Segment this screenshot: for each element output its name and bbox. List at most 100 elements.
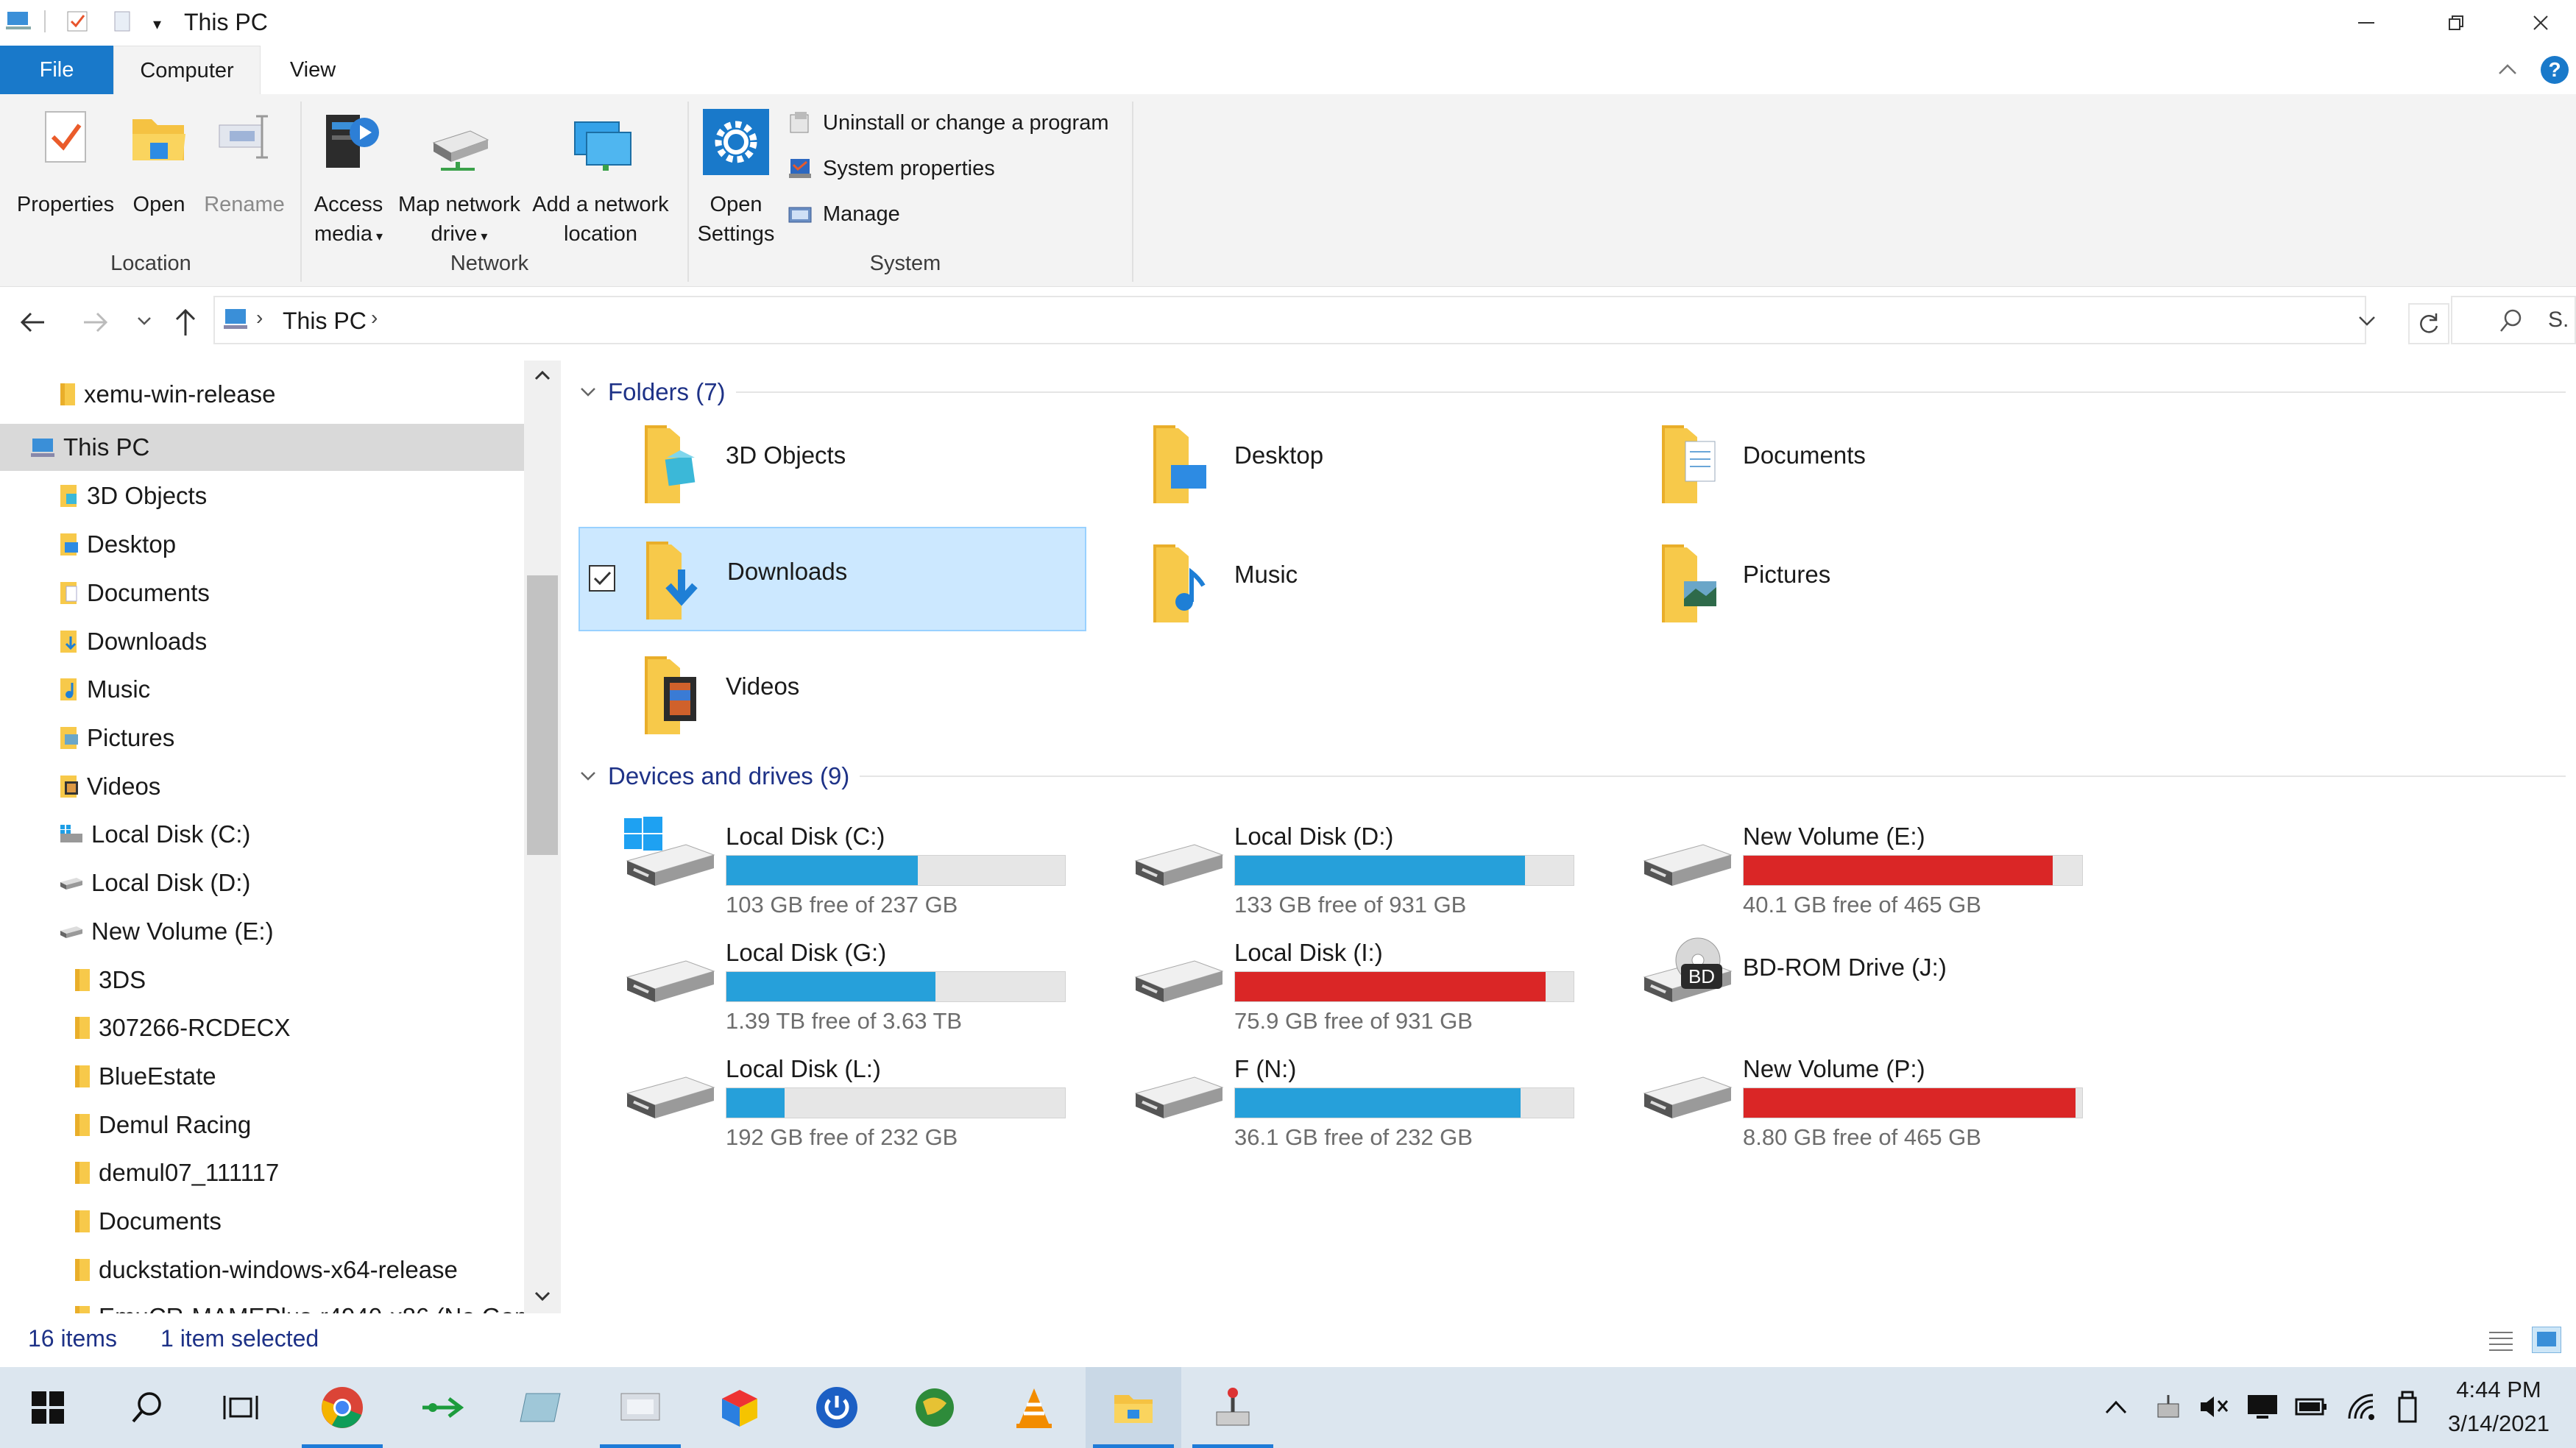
clock[interactable]: 4:44 PM 3/14/2021: [2436, 1373, 2561, 1441]
nav-item-new-volume-e[interactable]: New Volume (E:): [59, 908, 524, 955]
globe-app-taskbar-icon[interactable]: [887, 1367, 983, 1448]
folder-tile-pictures[interactable]: Pictures: [1596, 531, 2103, 634]
customize-quick-access-icon[interactable]: ▾: [153, 15, 161, 34]
scroll-up-arrow-icon[interactable]: [533, 366, 552, 386]
forward-button[interactable]: [81, 308, 110, 337]
drive-tile[interactable]: Local Disk (I:) 75.9 GB free of 931 GB: [1087, 927, 1595, 1037]
file-explorer-taskbar-icon[interactable]: [1086, 1367, 1181, 1448]
address-dropdown-icon[interactable]: [2357, 310, 2377, 331]
selection-checkbox[interactable]: [589, 565, 615, 592]
map-network-drive-button[interactable]: Map network drive ▾: [394, 109, 524, 256]
nav-item-demul07[interactable]: demul07_111117: [74, 1149, 524, 1196]
nav-item-3d-objects[interactable]: 3D Objects: [59, 472, 524, 519]
nav-item-demul-racing[interactable]: Demul Racing: [74, 1101, 524, 1149]
wifi-icon[interactable]: [2346, 1392, 2379, 1422]
folder-tile-3d-objects[interactable]: 3D Objects: [578, 412, 1086, 515]
nav-item-local-disk-d[interactable]: Local Disk (D:): [59, 859, 524, 906]
close-button[interactable]: [2505, 0, 2576, 46]
app-taskbar-icon-4[interactable]: [592, 1367, 688, 1448]
scroll-down-arrow-icon[interactable]: [533, 1286, 552, 1305]
vlc-taskbar-icon[interactable]: [986, 1367, 1082, 1448]
joystick-app-taskbar-icon[interactable]: [1185, 1367, 1281, 1448]
drive-usage-bar: [1234, 971, 1574, 1002]
system-properties-button[interactable]: System properties: [788, 156, 995, 181]
folder-tile-downloads[interactable]: Downloads: [578, 527, 1086, 631]
tab-file[interactable]: File: [0, 46, 113, 94]
folder-tile-documents[interactable]: Documents: [1596, 412, 2103, 515]
usb-device-icon[interactable]: [2395, 1391, 2420, 1423]
battery-icon[interactable]: [2295, 1395, 2329, 1419]
power-app-taskbar-icon[interactable]: [789, 1367, 885, 1448]
drive-tile[interactable]: Local Disk (C:) 103 GB free of 237 GB: [578, 811, 1086, 921]
up-button[interactable]: [172, 306, 199, 338]
drive-tile[interactable]: Local Disk (D:) 133 GB free of 931 GB: [1087, 811, 1595, 921]
manage-button[interactable]: Manage: [788, 202, 900, 227]
folder-icon: [59, 532, 79, 557]
nav-scrollbar[interactable]: [524, 361, 561, 1313]
help-icon[interactable]: ?: [2541, 56, 2569, 84]
nav-item-local-disk-c[interactable]: Local Disk (C:): [59, 811, 524, 858]
rename-button[interactable]: Rename: [200, 109, 289, 216]
tab-view[interactable]: View: [265, 46, 361, 94]
start-button[interactable]: [0, 1367, 96, 1448]
uninstall-program-button[interactable]: Uninstall or change a program: [788, 110, 1108, 135]
folders-section-header[interactable]: Folders (7): [578, 378, 2566, 406]
nav-item-desktop[interactable]: Desktop: [59, 521, 524, 568]
nav-item-label: Local Disk (C:): [91, 820, 251, 848]
collapse-ribbon-icon[interactable]: [2497, 59, 2519, 81]
folder-name: Pictures: [1743, 561, 1831, 588]
nav-item-3ds[interactable]: 3DS: [74, 957, 524, 1004]
recent-locations-button[interactable]: [135, 312, 153, 330]
nav-item-pictures[interactable]: Pictures: [59, 714, 524, 762]
restore-button[interactable]: [2416, 0, 2497, 46]
nav-item-this-pc[interactable]: This PC: [29, 424, 524, 471]
back-button[interactable]: [18, 308, 47, 337]
folder-tile-videos[interactable]: Videos: [578, 643, 1086, 746]
nav-item-307266[interactable]: 307266-RCDECX: [74, 1004, 524, 1051]
minimize-button[interactable]: [2326, 0, 2407, 46]
add-network-location-button[interactable]: Add a network location: [527, 109, 674, 256]
nav-item-downloads[interactable]: Downloads: [59, 618, 524, 665]
nav-item-videos[interactable]: Videos: [59, 763, 524, 810]
refresh-button[interactable]: [2408, 303, 2449, 344]
drive-tile[interactable]: F (N:) 36.1 GB free of 232 GB: [1087, 1043, 1595, 1154]
details-view-icon[interactable]: [2488, 1330, 2514, 1352]
tab-computer[interactable]: Computer: [113, 46, 261, 94]
properties-button[interactable]: Properties: [7, 109, 124, 216]
volume-muted-icon[interactable]: [2198, 1392, 2230, 1422]
drives-section-header[interactable]: Devices and drives (9): [578, 762, 2566, 790]
folder-tile-music[interactable]: Music: [1087, 531, 1595, 634]
access-media-button[interactable]: Access media ▾: [306, 109, 391, 256]
usb-app-taskbar-icon[interactable]: [394, 1367, 489, 1448]
drive-tile-bd-rom[interactable]: BD BD-ROM Drive (J:): [1596, 927, 2103, 1037]
drive-tile[interactable]: Local Disk (G:) 1.39 TB free of 3.63 TB: [578, 927, 1086, 1037]
search-taskbar-button[interactable]: [99, 1367, 195, 1448]
nav-item-documents[interactable]: Documents: [59, 569, 524, 617]
drive-tile[interactable]: New Volume (E:) 40.1 GB free of 465 GB: [1596, 811, 2103, 921]
open-settings-button[interactable]: Open Settings: [695, 109, 777, 256]
tray-app-icon[interactable]: [2154, 1392, 2183, 1422]
search-box[interactable]: S.: [2451, 296, 2576, 344]
drive-tile[interactable]: New Volume (P:) 8.80 GB free of 465 GB: [1596, 1043, 2103, 1154]
nav-item-xemu[interactable]: xemu-win-release: [59, 371, 524, 418]
show-hidden-icons-icon[interactable]: [2103, 1395, 2129, 1420]
nav-item-music[interactable]: Music: [59, 666, 524, 713]
nav-item-blueestate[interactable]: BlueEstate: [74, 1053, 524, 1100]
breadcrumb-this-pc[interactable]: This PC: [283, 308, 367, 335]
folder-tile-desktop[interactable]: Desktop: [1087, 412, 1595, 515]
nav-item-documents-e[interactable]: Documents: [74, 1198, 524, 1245]
drive-tile[interactable]: Local Disk (L:) 192 GB free of 232 GB: [578, 1043, 1086, 1154]
display-icon[interactable]: [2246, 1392, 2279, 1422]
nav-item-duckstation[interactable]: duckstation-windows-x64-release: [74, 1246, 524, 1293]
properties-quick-icon[interactable]: [66, 10, 88, 32]
open-button[interactable]: Open: [125, 109, 193, 216]
new-folder-quick-icon[interactable]: [112, 10, 132, 32]
task-view-button[interactable]: [193, 1367, 289, 1448]
chrome-taskbar-icon[interactable]: [294, 1367, 390, 1448]
large-icons-view-icon[interactable]: [2532, 1327, 2561, 1353]
folder-name: Documents: [1743, 441, 1866, 469]
rubiks-cube-taskbar-icon[interactable]: [692, 1367, 788, 1448]
scroll-thumb[interactable]: [527, 575, 558, 855]
app-taskbar-icon-3[interactable]: [493, 1367, 589, 1448]
address-bar[interactable]: › This PC ›: [213, 296, 2375, 344]
